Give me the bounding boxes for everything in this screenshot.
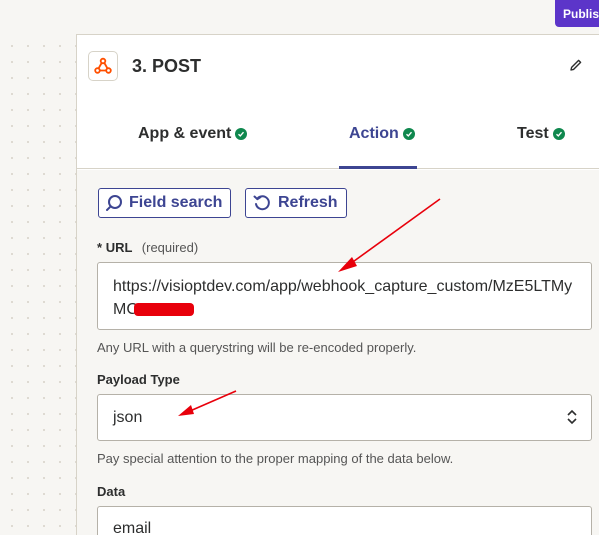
check-icon xyxy=(552,128,565,140)
data-key-input[interactable]: email xyxy=(97,506,592,535)
field-search-button[interactable]: Field search xyxy=(98,188,232,218)
data-key-value: email xyxy=(113,520,152,535)
url-input[interactable]: https://visioptdev.com/app/webhook_captu… xyxy=(97,262,592,330)
payload-type-select[interactable]: json xyxy=(97,394,592,441)
tab-action[interactable]: Action xyxy=(349,125,415,143)
check-icon xyxy=(235,128,248,140)
redaction-mark xyxy=(133,303,194,317)
step-title: 3. POST xyxy=(132,56,202,76)
publish-button[interactable]: Publis xyxy=(555,0,599,27)
tab-test[interactable]: Test xyxy=(517,125,565,143)
field-search-label: Field search xyxy=(129,194,223,211)
check-icon xyxy=(402,128,415,140)
refresh-icon xyxy=(253,195,270,211)
step-editor-panel: 3. POST App & event Action Test Field se… xyxy=(76,34,599,535)
workflow-canvas xyxy=(0,0,76,535)
payload-type-label: Payload Type xyxy=(97,372,180,387)
tab-label: App & event xyxy=(138,125,232,142)
tab-label: Action xyxy=(349,125,399,142)
url-help-text: Any URL with a querystring will be re-en… xyxy=(97,340,417,355)
step-tabs: App & event Action Test xyxy=(77,101,599,169)
pencil-icon[interactable] xyxy=(569,58,583,72)
top-bar xyxy=(0,0,599,34)
payload-help-text: Pay special attention to the proper mapp… xyxy=(97,451,454,466)
payload-type-value: json xyxy=(113,409,143,426)
data-label: Data xyxy=(97,484,126,499)
active-tab-indicator xyxy=(339,166,417,169)
step-header: 3. POST xyxy=(77,35,599,101)
url-label: * URL (required) xyxy=(97,240,199,255)
search-icon xyxy=(106,195,122,211)
action-form: Field search Refresh * URL (required) ht… xyxy=(77,170,599,535)
required-indicator: (required) xyxy=(141,240,199,255)
chevron-up-down-icon xyxy=(567,409,577,425)
tab-app-event[interactable]: App & event xyxy=(138,125,248,143)
tab-label: Test xyxy=(517,125,549,142)
refresh-label: Refresh xyxy=(278,194,338,211)
webhook-icon xyxy=(88,51,118,81)
refresh-button[interactable]: Refresh xyxy=(245,188,347,218)
